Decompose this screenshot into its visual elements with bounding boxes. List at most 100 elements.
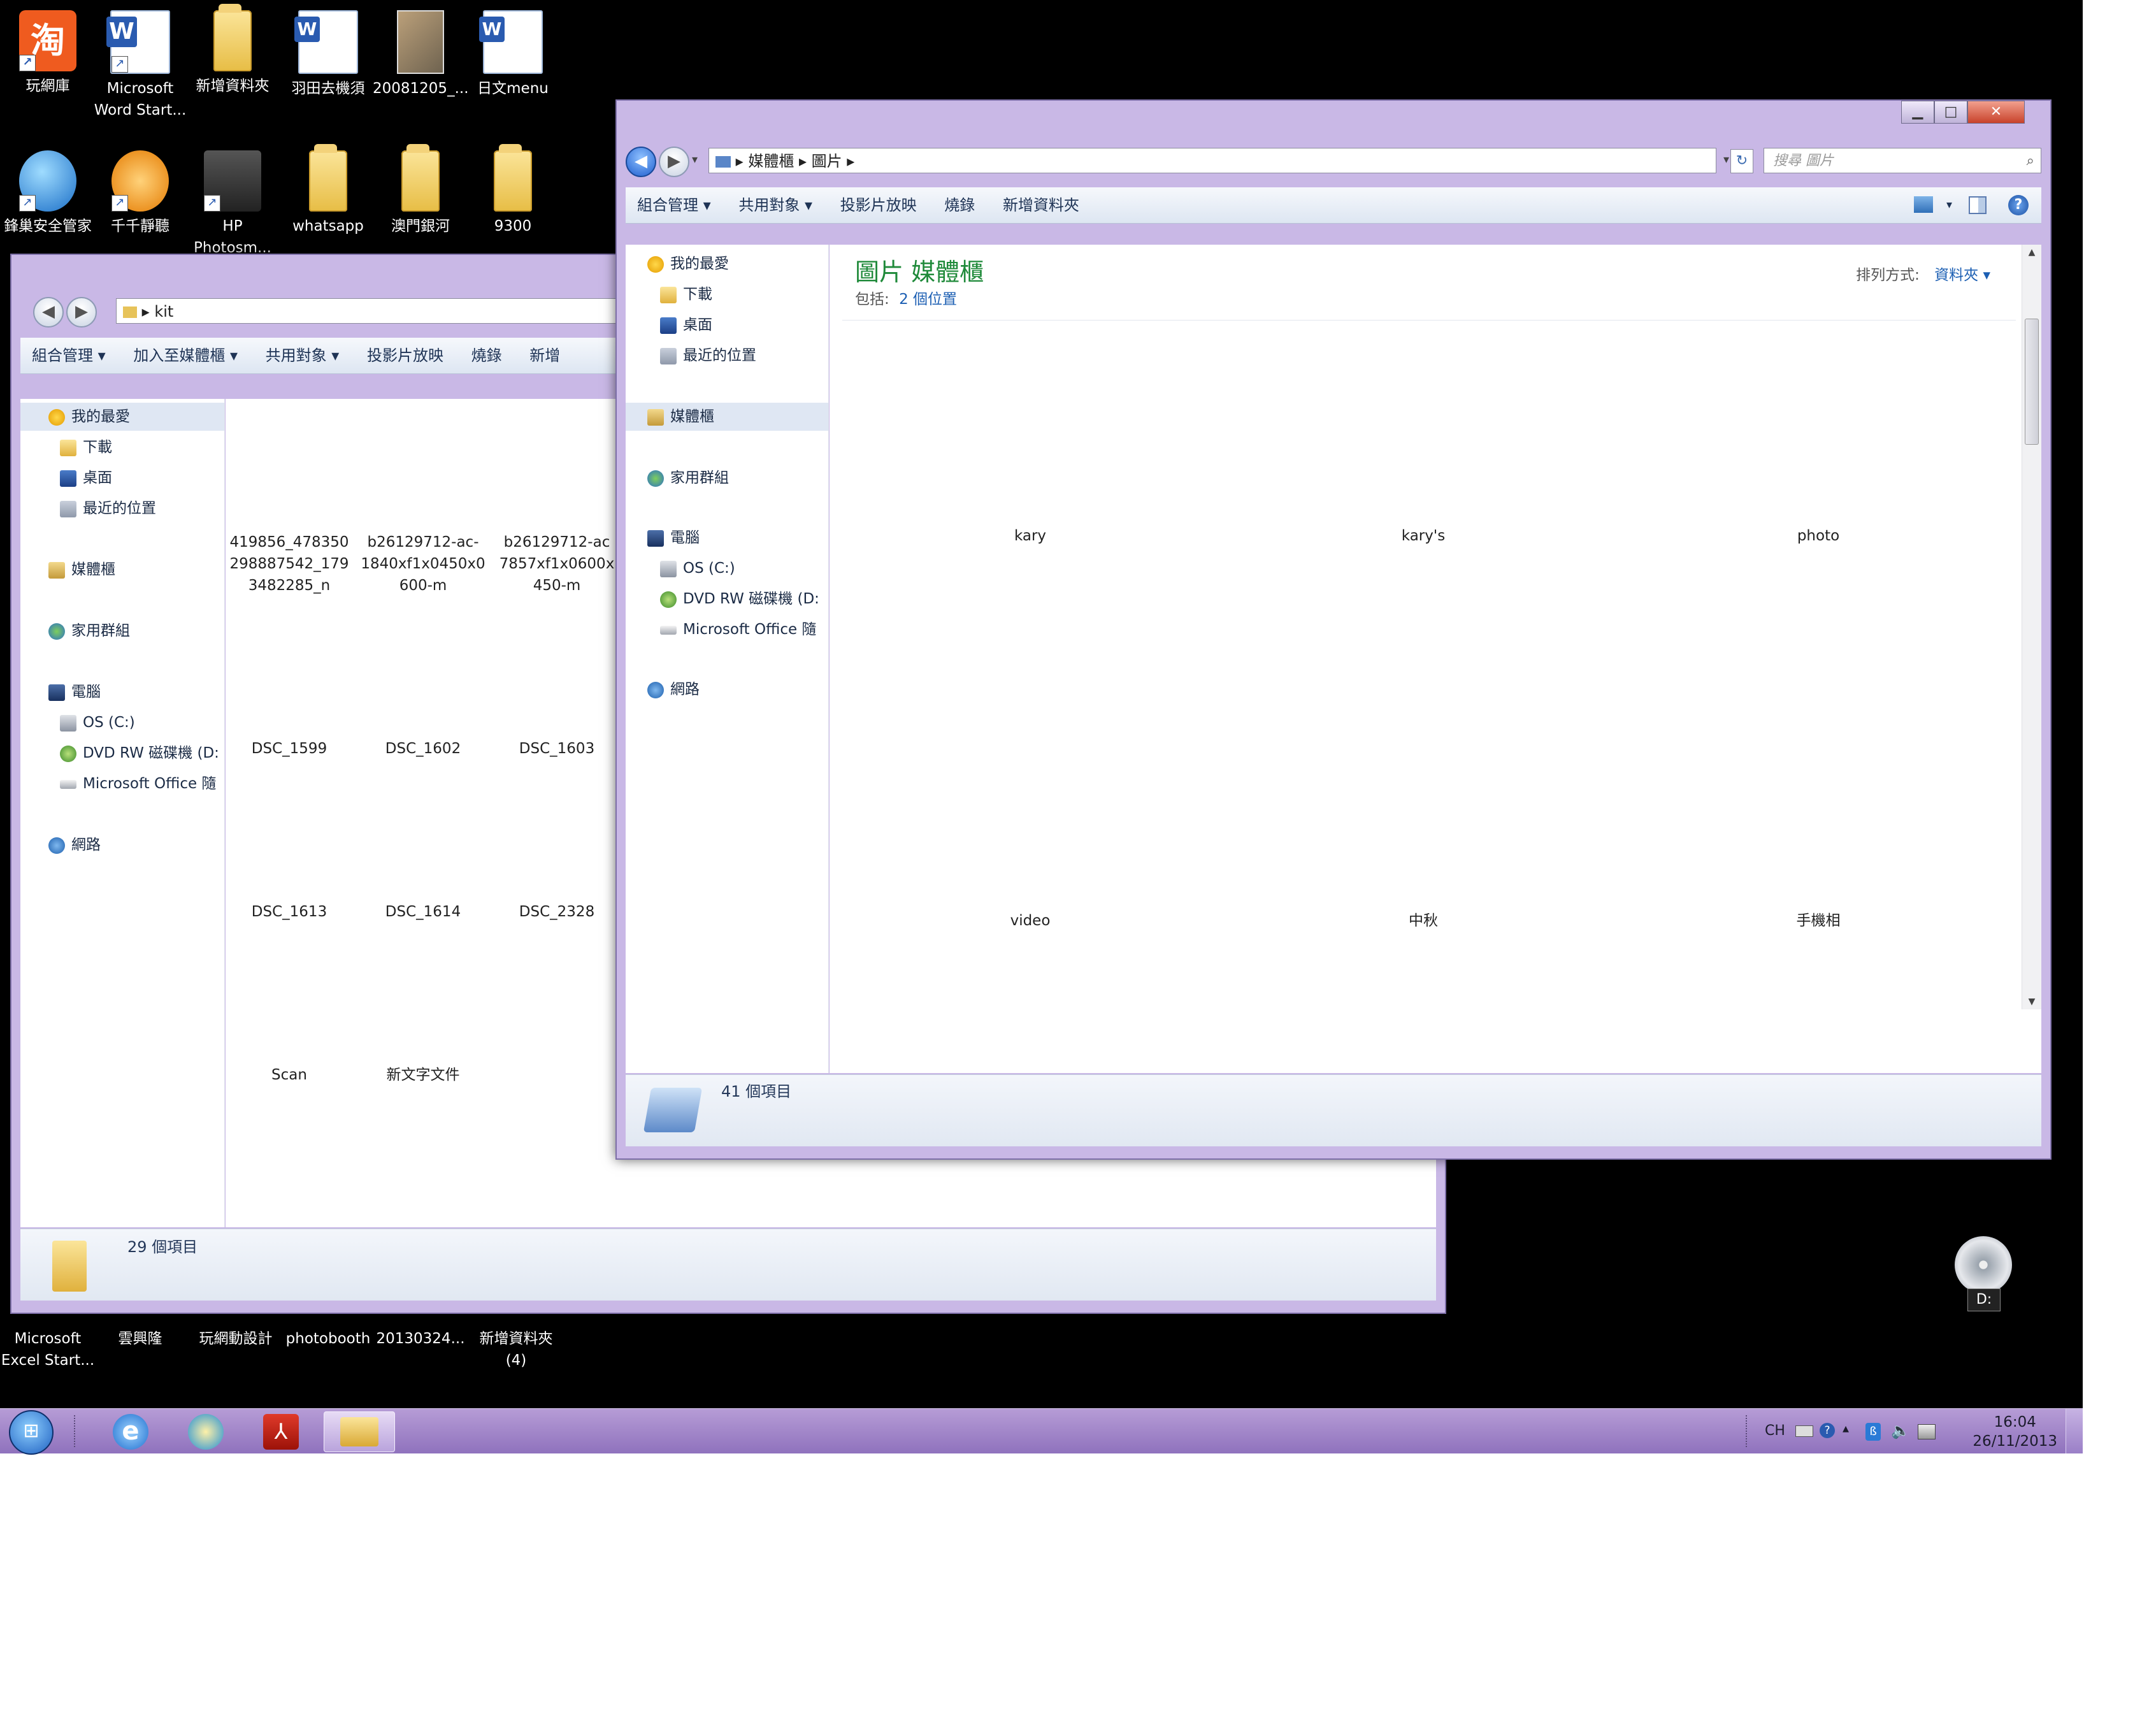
folder-item[interactable]: 手機相	[1755, 910, 1882, 932]
desktop-icon-photobooth[interactable]: photobooth	[280, 1328, 376, 1350]
dvd-drive-icon[interactable]	[1955, 1236, 2012, 1294]
nav-desktop[interactable]: 桌面	[20, 464, 224, 492]
help-icon[interactable]: ?	[1820, 1423, 1835, 1438]
desktop-icon-design[interactable]: 玩網動設計	[188, 1328, 284, 1350]
clock[interactable]: 16:04 26/11/2013	[1973, 1413, 2057, 1451]
file-item[interactable]: DSC_1599	[226, 738, 353, 760]
start-button[interactable]: ⊞	[9, 1410, 54, 1455]
show-desktop-button[interactable]	[2066, 1409, 2083, 1453]
bluetooth-icon[interactable]: ß	[1865, 1423, 1881, 1441]
share-with-menu[interactable]: 共用對象 ▾	[254, 338, 351, 373]
nav-office-drive[interactable]: Microsoft Office 隨	[626, 616, 828, 644]
file-item[interactable]: DSC_1614	[359, 901, 487, 923]
forward-button[interactable]: ▶	[659, 147, 689, 177]
address-dropdown-icon[interactable]: ▾	[1723, 153, 1729, 166]
file-item[interactable]: DSC_1602	[359, 738, 487, 760]
address-bar[interactable]: ▸ 媒體櫃 ▸ 圖片 ▸	[708, 148, 1716, 173]
search-box[interactable]: 搜尋 圖片 ⌕	[1764, 148, 2041, 173]
recent-pages-dropdown-icon[interactable]: ▾	[692, 153, 698, 166]
address-segment[interactable]: kit	[154, 303, 173, 321]
view-options-icon[interactable]	[1914, 196, 1933, 213]
organize-menu[interactable]: 組合管理 ▾	[20, 338, 117, 373]
desktop-icon-hp-photosmart[interactable]: ↗ HP Photosm...	[185, 150, 280, 259]
scroll-up-arrow-icon[interactable]: ▲	[2022, 247, 2041, 257]
breadcrumb-pictures[interactable]: 圖片	[812, 152, 842, 170]
forward-button[interactable]: ▶	[66, 297, 97, 328]
nav-dvd-drive[interactable]: DVD RW 磁碟機 (D:	[626, 585, 828, 613]
burn-button[interactable]: 燒錄	[933, 187, 986, 223]
desktop-icon-haneda-doc[interactable]: W 羽田去機須	[280, 10, 376, 99]
nav-favorites[interactable]: 我的最愛	[626, 250, 828, 278]
nav-downloads[interactable]: 下載	[20, 433, 224, 461]
desktop-icon-photo-20081205[interactable]: 20081205_...	[373, 10, 469, 99]
folder-item[interactable]: 中秋	[1360, 910, 1487, 932]
slideshow-button[interactable]: 投影片放映	[356, 338, 455, 373]
desktop-icon-new-folder-4[interactable]: 新增資料夾 (4)	[468, 1328, 564, 1371]
folder-item[interactable]: video	[967, 910, 1094, 932]
desktop-icon-20130324[interactable]: 20130324...	[373, 1328, 468, 1350]
volume-icon[interactable]: 🔈	[1891, 1422, 1910, 1439]
file-item[interactable]: 419856_478350 298887542_179 3482285_n	[226, 531, 353, 596]
desktop-icon-9300[interactable]: 9300	[465, 144, 561, 237]
nav-downloads[interactable]: 下載	[626, 280, 828, 308]
scrollbar-thumb[interactable]	[2025, 319, 2039, 445]
taskbar-windows-explorer[interactable]	[324, 1411, 395, 1452]
back-button[interactable]: ◀	[33, 297, 64, 328]
desktop-icon-galaxy-macau[interactable]: 澳門銀河	[373, 144, 468, 237]
burn-button[interactable]: 燒錄	[460, 338, 514, 373]
taskbar-security-globe[interactable]	[171, 1411, 241, 1451]
file-item[interactable]: b26129712-ac- 1840xf1x0450x0 600-m	[359, 531, 487, 596]
nav-desktop[interactable]: 桌面	[626, 311, 828, 339]
desktop-icon-ttplayer[interactable]: ↗ 千千靜聽	[92, 150, 188, 237]
add-to-library-menu[interactable]: 加入至媒體櫃 ▾	[122, 338, 249, 373]
nav-libraries[interactable]: 媒體櫃	[626, 403, 828, 431]
desktop-icon-folder-yunxinglong[interactable]: 雲興隆	[92, 1328, 188, 1350]
desktop-icon-whatsapp[interactable]: whatsapp	[280, 144, 376, 237]
desktop-icon-excel[interactable]: Microsoft Excel Start...	[0, 1328, 96, 1371]
share-with-menu[interactable]: 共用對象 ▾	[727, 187, 824, 223]
file-item[interactable]: DSC_1613	[226, 901, 353, 923]
nav-drive-c[interactable]: OS (C:)	[20, 709, 224, 737]
minimize-button[interactable]: ▁	[1901, 101, 1934, 124]
network-tray-icon[interactable]	[1918, 1424, 1936, 1439]
maximize-button[interactable]: □	[1934, 101, 1967, 124]
nav-network[interactable]: 網路	[626, 675, 828, 703]
file-item[interactable]: b26129712-ac 7857xf1x0600x 450-m	[493, 531, 621, 596]
folder-item[interactable]: kary's	[1360, 525, 1487, 547]
library-locations-link[interactable]: 2 個位置	[899, 291, 957, 308]
file-item[interactable]: 新文字文件	[359, 1064, 487, 1086]
desktop-icon-word[interactable]: W ↗ Microsoft Word Start...	[92, 10, 188, 121]
nav-dvd-drive[interactable]: DVD RW 磁碟機 (D:	[20, 739, 224, 767]
show-hidden-icons-icon[interactable]: ▴	[1843, 1420, 1849, 1436]
folder-item[interactable]: photo	[1755, 525, 1882, 547]
nav-recent[interactable]: 最近的位置	[626, 342, 828, 370]
nav-libraries[interactable]: 媒體櫃	[20, 556, 224, 584]
nav-network[interactable]: 網路	[20, 831, 224, 859]
nav-computer[interactable]: 電腦	[626, 524, 828, 552]
vertical-scrollbar[interactable]: ▲ ▼	[2022, 245, 2041, 1009]
desktop-icon-new-folder[interactable]: 新增資料夾	[185, 4, 280, 97]
file-item[interactable]: DSC_1603	[493, 738, 621, 760]
file-item[interactable]: DSC_2328	[493, 901, 621, 923]
taskbar-internet-explorer[interactable]: e	[96, 1411, 166, 1451]
folder-item[interactable]: kary	[967, 525, 1094, 547]
nav-homegroup[interactable]: 家用群組	[20, 617, 224, 645]
desktop-icon-taobao[interactable]: 淘 ↗ 玩網庫	[0, 10, 96, 97]
slideshow-button[interactable]: 投影片放映	[829, 187, 928, 223]
file-item[interactable]: Scan	[226, 1064, 353, 1086]
nav-computer[interactable]: 電腦	[20, 678, 224, 706]
arrange-by-dropdown[interactable]: 資料夾 ▾	[1934, 267, 1990, 284]
preview-pane-icon[interactable]	[1969, 196, 1987, 214]
desktop-icon-security[interactable]: ↗ 鋒巢安全管家	[0, 150, 96, 237]
breadcrumb-libraries[interactable]: 媒體櫃	[748, 152, 794, 170]
view-dropdown-icon[interactable]: ▾	[1946, 187, 1952, 223]
taskbar-acrobat[interactable]: ⅄	[246, 1411, 316, 1451]
refresh-icon[interactable]: ↻	[1730, 149, 1753, 173]
language-indicator[interactable]: CH	[1765, 1409, 1785, 1453]
nav-favorites[interactable]: 我的最愛	[20, 403, 224, 431]
nav-homegroup[interactable]: 家用群組	[626, 464, 828, 492]
new-folder-button[interactable]: 新增	[518, 338, 571, 373]
nav-office-drive[interactable]: Microsoft Office 隨	[20, 770, 224, 798]
keyboard-icon[interactable]	[1795, 1425, 1813, 1437]
new-folder-button[interactable]: 新增資料夾	[991, 187, 1091, 223]
